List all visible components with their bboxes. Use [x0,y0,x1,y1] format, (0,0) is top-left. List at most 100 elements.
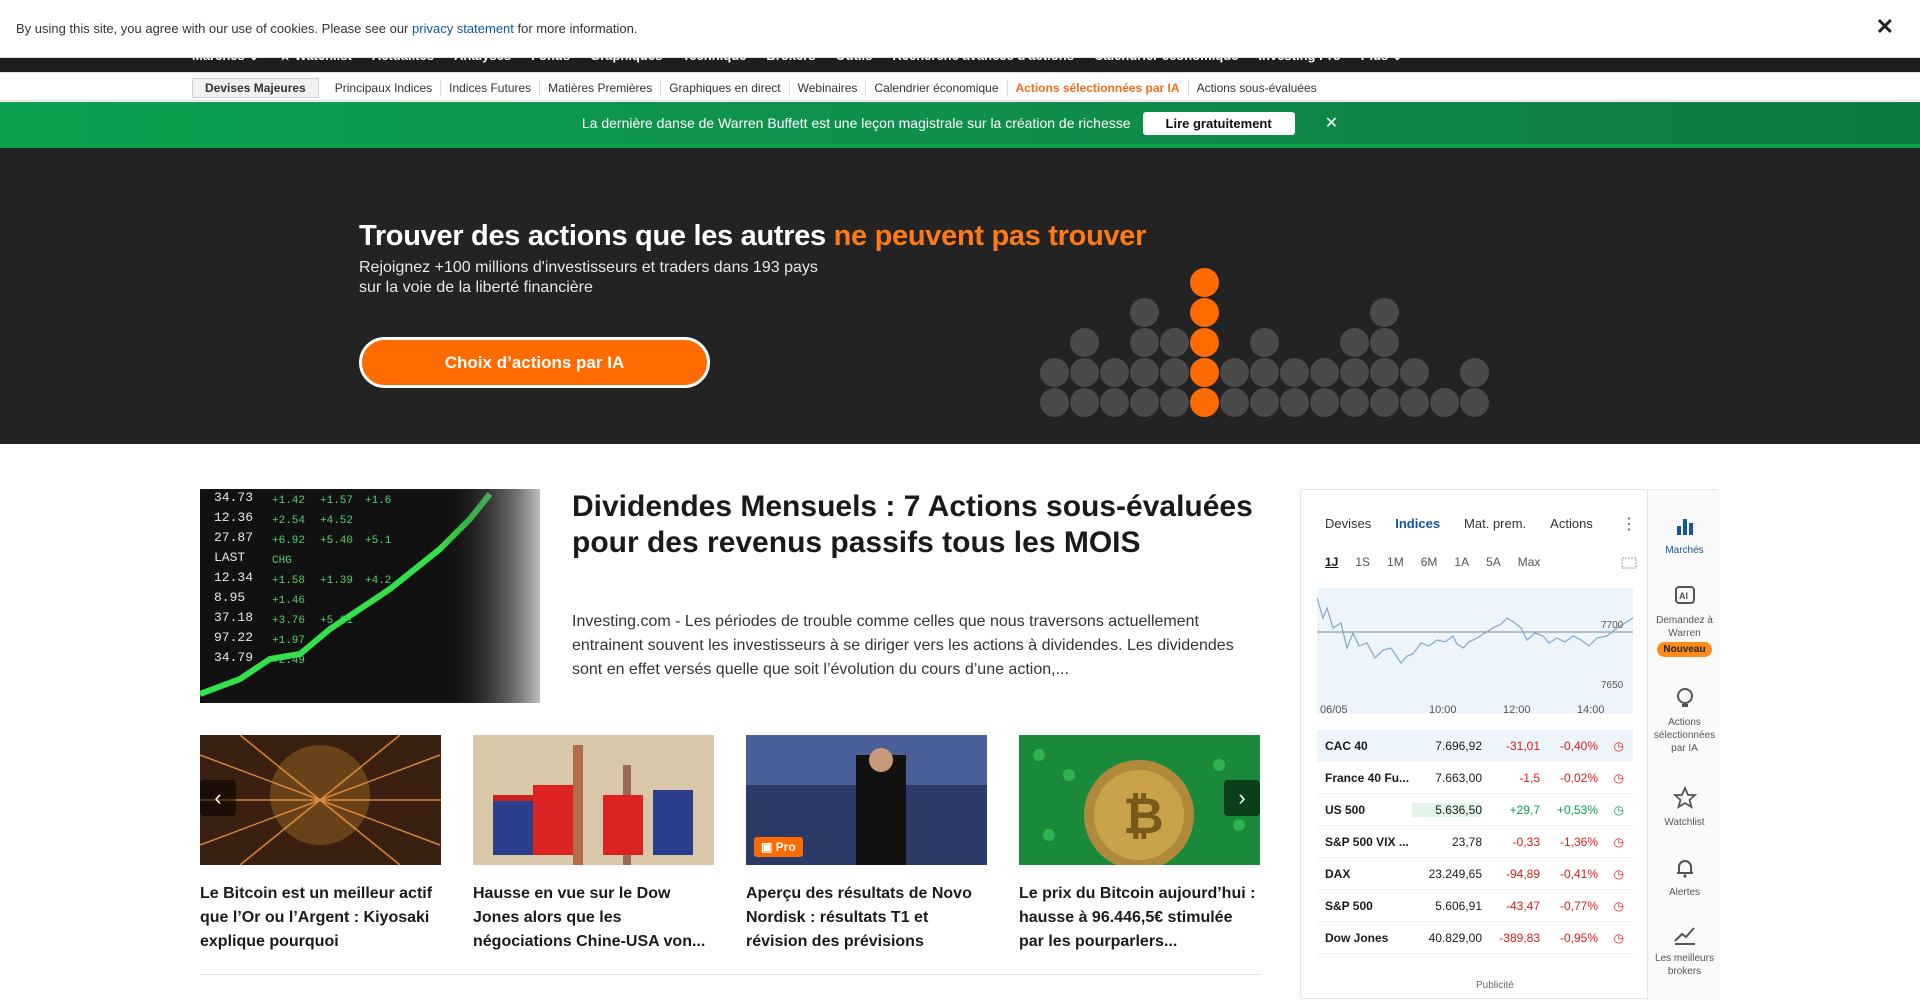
range-option[interactable]: 1J [1325,555,1338,569]
range-option[interactable]: 1A [1454,555,1469,569]
sidebar-item-ai-picks[interactable]: Actions sélectionnées par IA [1648,686,1721,755]
subnav-item[interactable]: Devises Majeures [192,78,319,98]
cookie-banner: By using this site, you agree with our u… [0,0,1920,58]
sidebar-item-watchlist[interactable]: Watchlist [1648,786,1721,829]
new-badge: Nouveau [1657,642,1712,657]
last-price: 5.636,50 [1412,802,1482,817]
dot [1370,388,1399,417]
instrument-name[interactable]: S&P 500 [1317,899,1412,913]
dot [1280,388,1309,417]
news-card-title[interactable]: Hausse en vue sur le Dow Jones alors que… [473,882,714,954]
table-row[interactable]: DAX 23.249,65 -94,89 -0,41% ◷ [1317,858,1633,890]
dot [1190,328,1219,357]
news-card-image[interactable] [473,735,714,865]
featured-article-title[interactable]: Dividendes Mensuels : 7 Actions sous-éva… [572,489,1272,561]
sidebar-item-ask-warren[interactable]: AI Demandez à Warren Nouveau [1648,584,1721,657]
sidebar-item-brokers[interactable]: Les meilleurs brokers [1648,922,1721,978]
news-card[interactable]: ▣ Pro Aperçu des résultats de Novo Nordi… [746,735,987,954]
subnav-item[interactable]: Matières Premières [540,80,662,96]
y-axis-label: 7650 [1601,680,1624,691]
instrument-name[interactable]: US 500 [1317,803,1412,817]
privacy-statement-link[interactable]: privacy statement [412,21,514,36]
dot [1310,388,1339,417]
subnav-item[interactable]: Actions sous-évaluées [1189,80,1325,96]
last-price: 40.829,00 [1428,930,1482,945]
instrument-name[interactable]: France 40 Fu... [1317,771,1412,785]
news-card-image[interactable] [200,735,441,865]
change-value: -31,01 [1505,738,1540,753]
sidebar-item-alerts[interactable]: Alertes [1648,856,1721,899]
dot [1190,268,1219,297]
dot [1040,358,1069,387]
news-card-title[interactable]: Le Bitcoin est un meilleur actif que l’O… [200,882,441,954]
change-percent: +0,53% [1556,802,1598,817]
table-row[interactable]: S&P 500 VIX ... 23,78 -0,33 -1,36% ◷ [1317,826,1633,858]
index-chart[interactable]: 7700 7650 [1316,588,1634,714]
news-card[interactable]: Le Bitcoin est un meilleur actif que l’O… [200,735,441,954]
dot [1400,358,1429,387]
instrument-name[interactable]: CAC 40 [1317,739,1412,753]
carousel-prev-button[interactable]: ‹ [200,780,236,816]
table-row[interactable]: Dow Jones 40.829,00 -389,83 -0,95% ◷ [1317,922,1633,954]
trend-up-icon [1673,927,1695,945]
news-card[interactable]: Hausse en vue sur le Dow Jones alors que… [473,735,714,954]
instrument-name[interactable]: DAX [1317,867,1412,881]
instrument-name[interactable]: S&P 500 VIX ... [1317,835,1412,849]
advertisement-label: Publicité [1476,980,1514,991]
promo-text: La dernière danse de Warren Buffett est … [581,115,1131,131]
range-option[interactable]: 1M [1387,555,1404,569]
subnav-item[interactable]: Graphiques en direct [661,80,790,96]
tab-devises[interactable]: Devises [1325,516,1371,531]
range-option[interactable]: Max [1518,555,1541,569]
tab-indices[interactable]: Indices [1395,516,1440,531]
subnav-item[interactable]: Calendrier économique [866,80,1008,96]
news-card-title[interactable]: Aperçu des résultats de Novo Nordisk : r… [746,882,987,954]
range-option[interactable]: 6M [1421,555,1438,569]
table-row[interactable]: CAC 40 7.696,92 -31,01 -0,40% ◷ [1317,730,1633,762]
tab-actions[interactable]: Actions [1550,516,1593,531]
table-row[interactable]: France 40 Fu... 7.663,00 -1,5 -0,02% ◷ [1317,762,1633,794]
x-axis-label: 12:00 [1503,704,1531,716]
expand-icon[interactable] [1621,556,1637,570]
featured-article-image[interactable]: 34.7312.3627.87LAST12.348.9537.1897.2234… [200,489,540,703]
last-price: 23.249,65 [1428,866,1482,881]
close-icon[interactable]: ✕ [1876,16,1894,38]
subnav-item[interactable]: Principaux Indices [327,80,442,96]
dot [1370,298,1399,327]
news-card-image[interactable]: ▣ Pro [746,735,987,865]
subnav-item[interactable]: Actions sélectionnées par IA [1008,80,1189,96]
range-option[interactable]: 1S [1355,555,1370,569]
dot [1400,388,1429,417]
carousel-next-button[interactable]: › [1224,780,1260,816]
news-card-title[interactable]: Le prix du Bitcoin aujourd’hui : hausse … [1019,882,1260,954]
news-card[interactable]: ₿ Le prix du Bitcoin aujourd’hui : hauss… [1019,735,1260,954]
dot [1340,328,1369,357]
ai-stock-picks-button[interactable]: Choix d’actions par IA [359,337,710,388]
dot [1220,358,1249,387]
table-row[interactable]: US 500 5.636,50 +29,7 +0,53% ◷ [1317,794,1633,826]
divider [200,974,1260,975]
range-option[interactable]: 5A [1486,555,1501,569]
dot [1280,358,1309,387]
subnav-item[interactable]: Indices Futures [441,80,541,96]
change-value: -0,33 [1512,834,1540,849]
change-value: -389,83 [1499,930,1540,945]
instrument-name[interactable]: Dow Jones [1317,931,1412,945]
hero-banner: Trouver des actions que les autres ne pe… [0,148,1920,444]
close-icon[interactable]: ✕ [1325,113,1338,133]
x-axis-label: 06/05 [1320,704,1348,716]
more-options-icon[interactable]: ⋮ [1621,514,1637,534]
ai-icon: AI [1674,586,1695,604]
read-free-button[interactable]: Lire gratuitement [1142,111,1295,135]
subnav-item[interactable]: Webinaires [790,80,867,96]
tab-matprem[interactable]: Mat. prem. [1464,516,1526,531]
dot [1430,388,1459,417]
table-row[interactable]: S&P 500 5.606,91 -43,47 -0,77% ◷ [1317,890,1633,922]
dot [1340,388,1369,417]
dot [1190,358,1219,387]
dot [1070,328,1099,357]
change-percent: -0,41% [1559,866,1598,881]
sidebar-item-markets[interactable]: Marchés [1648,514,1721,557]
dot [1460,388,1489,417]
change-percent: -0,77% [1559,898,1598,913]
